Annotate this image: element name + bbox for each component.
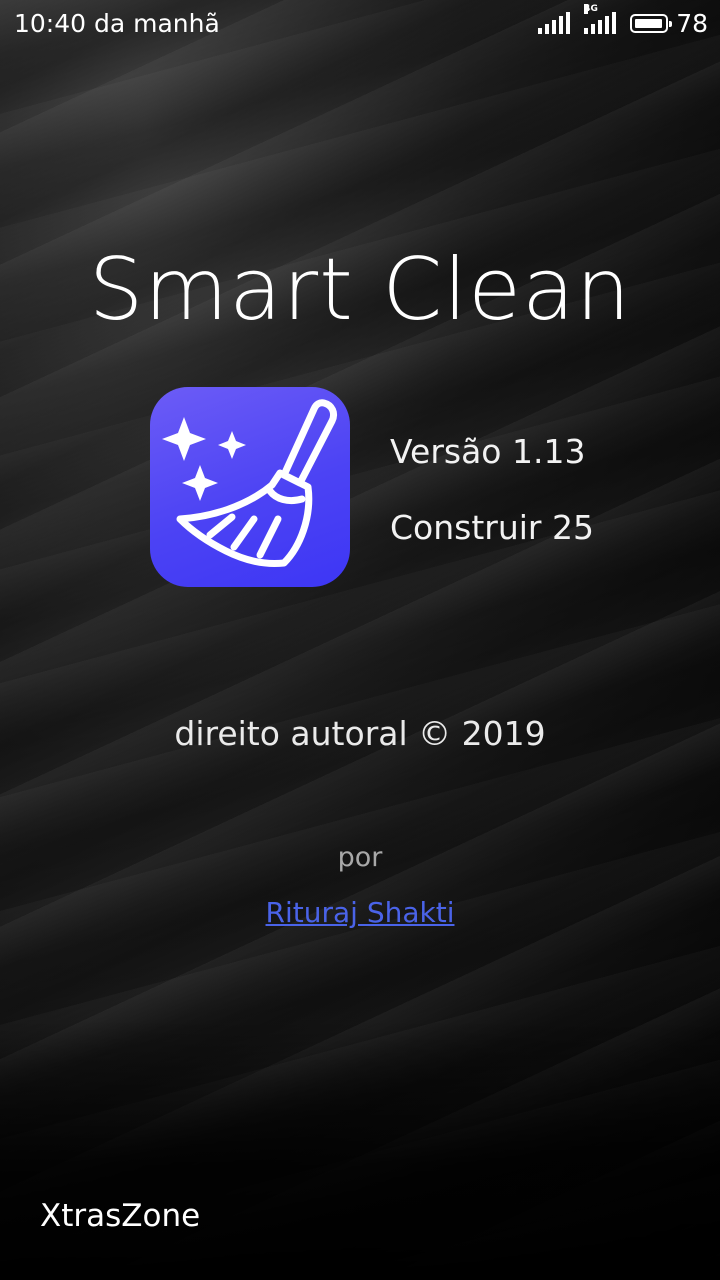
- signal-4g-icon: 4G: [584, 4, 617, 34]
- app-logo: [150, 387, 350, 587]
- app-title: Smart Clean: [88, 240, 632, 340]
- build-label: Construir 25: [390, 508, 594, 547]
- copyright-text: direito autoral © 2019: [174, 714, 546, 753]
- status-icons: 4G 78: [538, 4, 708, 38]
- author-container: Rituraj Shakti: [0, 896, 720, 929]
- status-time: 10:40 da manhã: [14, 8, 220, 38]
- signal-icon: [538, 12, 571, 34]
- background-fade: [0, 1020, 720, 1280]
- version-label: Versão 1.13: [390, 432, 586, 471]
- battery-icon: [630, 13, 673, 33]
- watermark-text: XtrasZone: [40, 1198, 201, 1234]
- network-label: 4G: [584, 4, 598, 14]
- author-link[interactable]: Rituraj Shakti: [266, 896, 455, 929]
- by-label: por: [337, 842, 383, 873]
- broom-sparkles-icon: [162, 399, 338, 567]
- battery-indicator: 78: [630, 9, 708, 38]
- status-bar: 10:40 da manhã 4G 78: [0, 0, 720, 46]
- battery-level: 78: [676, 8, 708, 38]
